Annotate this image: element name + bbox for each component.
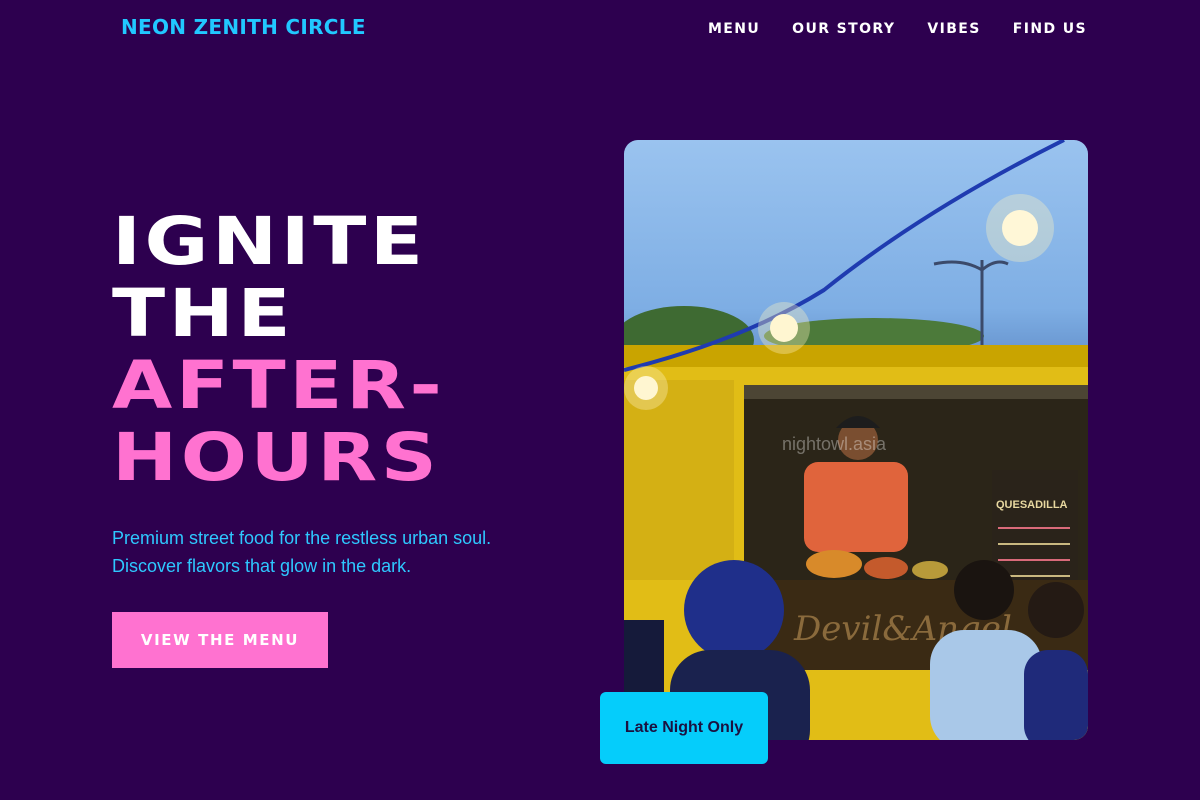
food-truck-scene: QUESADILLA Devil&Angel nightowl.asia xyxy=(624,140,1088,740)
hero-subtitle: Premium street food for the restless urb… xyxy=(112,524,552,580)
top-nav: NEON ZENITH CIRCLE MENU OUR STORY VIBES … xyxy=(0,0,1200,60)
nav-link-our-story[interactable]: OUR STORY xyxy=(792,21,895,37)
view-menu-button[interactable]: VIEW THE MENU xyxy=(112,612,328,668)
hero-subtitle-line-1: Premium street food for the restless urb… xyxy=(112,528,492,548)
hero-photo: QUESADILLA Devil&Angel nightowl.asia xyxy=(624,140,1088,740)
nav-links: MENU OUR STORY VIBES FIND US xyxy=(708,21,1087,37)
hero-title: IGNITE THE AFTER- HOURS xyxy=(112,206,445,494)
hero-subtitle-line-2: Discover flavors that glow in the dark. xyxy=(112,556,412,576)
late-night-badge: Late Night Only xyxy=(600,692,768,764)
nav-link-vibes[interactable]: VIBES xyxy=(927,21,980,37)
hero-title-line-4: HOURS xyxy=(112,419,441,496)
nav-link-find-us[interactable]: FIND US xyxy=(1013,21,1087,37)
brand-logo[interactable]: NEON ZENITH CIRCLE xyxy=(121,15,366,39)
menu-board-text: QUESADILLA xyxy=(996,499,1068,511)
hero-title-line-2: THE xyxy=(112,275,295,352)
hero-title-line-1: IGNITE xyxy=(112,203,427,280)
hero-title-line-3: AFTER- xyxy=(112,347,446,424)
nav-link-menu[interactable]: MENU xyxy=(708,21,760,37)
crowd xyxy=(684,560,784,660)
photo-watermark: nightowl.asia xyxy=(782,434,887,454)
